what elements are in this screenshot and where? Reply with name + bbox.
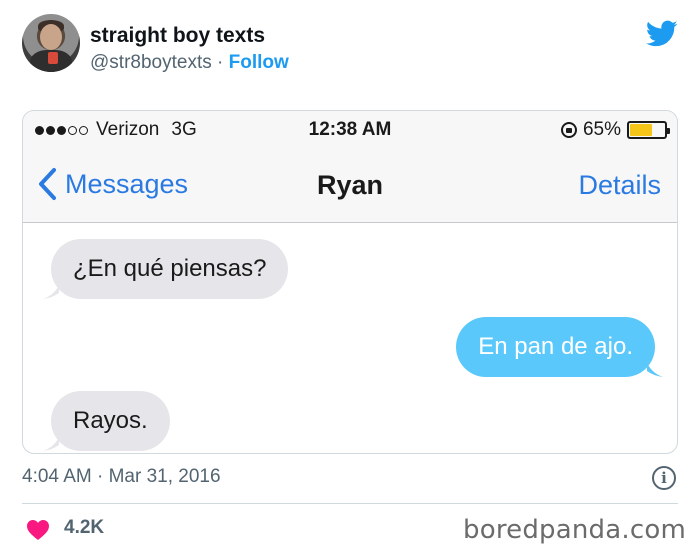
battery-area: 65% bbox=[560, 119, 670, 141]
sms-screenshot: Verizon 3G 12:38 AM 65% Messages Ryan De… bbox=[22, 110, 678, 454]
messages-nav-bar: Messages Ryan Details bbox=[23, 149, 677, 223]
status-bar: Verizon 3G 12:38 AM 65% bbox=[23, 111, 677, 149]
separator: · bbox=[217, 52, 224, 73]
message-bubble-received: Rayos. bbox=[51, 391, 170, 451]
rotation-lock-icon bbox=[560, 122, 577, 138]
details-button[interactable]: Details bbox=[578, 170, 661, 201]
like-count[interactable]: 4.2K bbox=[64, 517, 104, 539]
display-name[interactable]: straight boy texts bbox=[90, 24, 265, 48]
bubble-tail bbox=[647, 363, 663, 377]
follow-button[interactable]: Follow bbox=[229, 52, 289, 73]
message-bubble-sent: En pan de ajo. bbox=[456, 317, 655, 377]
handle-line: @str8boytexts · Follow bbox=[90, 52, 289, 74]
watermark: boredpanda.com bbox=[463, 515, 686, 545]
tweet-timestamp[interactable]: 4:04 AM · Mar 31, 2016 bbox=[22, 466, 221, 488]
battery-percent: 65% bbox=[582, 119, 621, 140]
tweet-header: straight boy texts @str8boytexts · Follo… bbox=[22, 14, 682, 84]
avatar[interactable] bbox=[22, 14, 80, 72]
twitter-bird-icon[interactable] bbox=[646, 20, 678, 48]
battery-icon bbox=[627, 121, 670, 139]
battery-fill bbox=[630, 124, 653, 136]
heart-icon[interactable] bbox=[26, 519, 50, 541]
bubble-tail bbox=[43, 285, 59, 299]
info-icon[interactable]: i bbox=[652, 466, 676, 490]
message-bubble-received: ¿En qué piensas? bbox=[51, 239, 289, 299]
bubble-tail bbox=[43, 437, 59, 451]
divider bbox=[22, 503, 678, 504]
user-handle[interactable]: @str8boytexts bbox=[90, 52, 212, 73]
